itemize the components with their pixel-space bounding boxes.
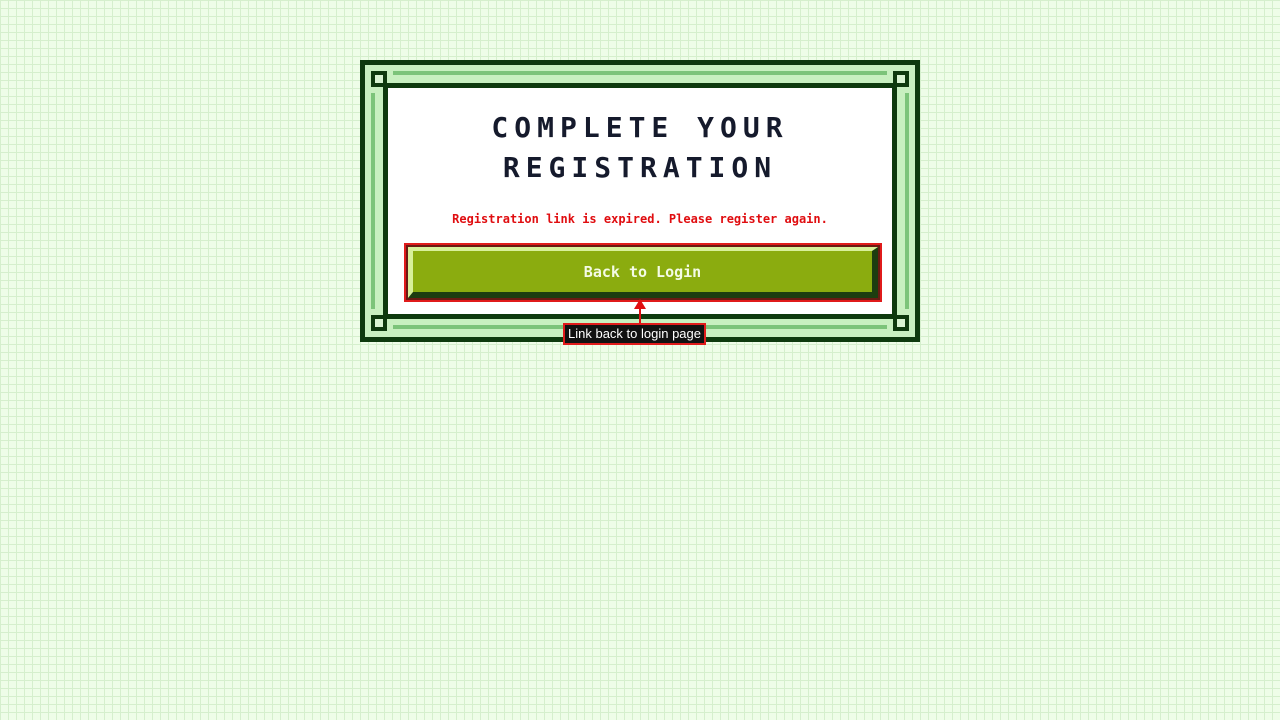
frame-stripe-top [393,71,887,75]
frame-stripe-left [371,93,375,309]
annotation-connector [639,308,641,324]
page-title: Complete your registration [388,108,892,188]
back-to-login-button[interactable]: Back to Login [408,247,878,298]
back-to-login-label: Back to Login [583,262,702,281]
page-title-line-1: Complete your [491,111,789,144]
error-message: Registration link is expired. Please reg… [452,212,828,226]
frame-stripe-right [905,93,909,309]
registration-card: Complete your registration Registration … [383,83,897,319]
page-title-line-2: registration [502,151,778,184]
annotation-label: Link back to login page [563,323,706,345]
back-to-login-highlight: Back to Login [404,243,882,302]
